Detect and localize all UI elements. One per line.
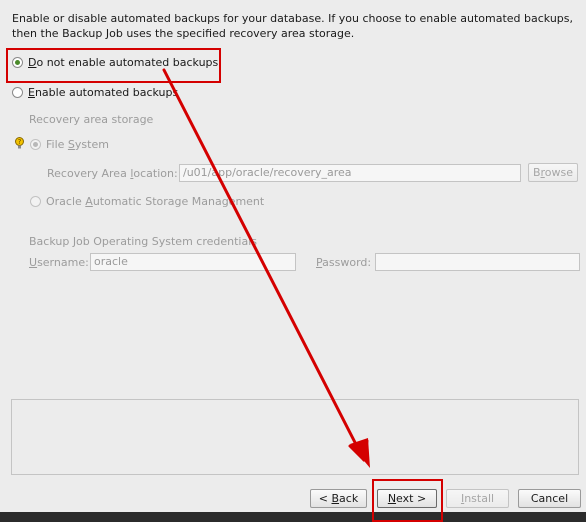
os-credentials-heading: Backup Job Operating System credentials xyxy=(29,235,257,248)
svg-text:?: ? xyxy=(18,138,22,146)
radio-circle[interactable] xyxy=(12,87,23,98)
annotation-highlight-next xyxy=(372,479,443,522)
browse-button[interactable]: Browse xyxy=(528,163,578,182)
recovery-area-storage-heading: Recovery area storage xyxy=(29,113,154,126)
radio-oracle-asm[interactable]: Oracle Automatic Storage Management xyxy=(30,195,264,209)
radio-file-system[interactable]: File System xyxy=(30,138,120,152)
back-button[interactable]: < Back xyxy=(310,489,367,508)
password-input[interactable] xyxy=(375,253,580,271)
cancel-button[interactable]: Cancel xyxy=(518,489,581,508)
username-input[interactable]: oracle xyxy=(90,253,296,271)
install-button[interactable]: Install xyxy=(446,489,509,508)
annotation-highlight-radio xyxy=(6,48,221,83)
password-label: Password: xyxy=(316,256,372,269)
message-panel xyxy=(11,399,579,475)
radio-circle[interactable] xyxy=(30,139,41,150)
page-description: Enable or disable automated backups for … xyxy=(12,12,573,40)
recovery-area-location-label: Recovery Area location: xyxy=(47,167,178,180)
window-bottom-strip xyxy=(0,512,586,522)
radio-circle[interactable] xyxy=(30,196,41,207)
hint-lightbulb-icon: ? xyxy=(15,137,24,150)
recovery-area-location-input[interactable]: /u01/app/oracle/recovery_area xyxy=(179,164,521,182)
radio-oracle-asm-label: Oracle Automatic Storage Management xyxy=(46,195,265,208)
radio-enable-label: Enable automated backups xyxy=(28,86,179,99)
radio-enable-automated-backups[interactable]: Enable automated backups xyxy=(12,86,182,100)
username-label: Username: xyxy=(29,256,89,269)
radio-file-system-label: File System xyxy=(46,138,109,151)
